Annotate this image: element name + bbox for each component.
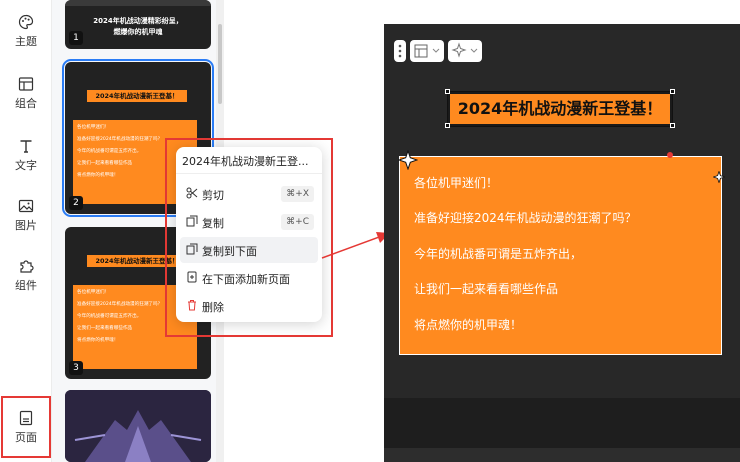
rail-item-label: 图片 bbox=[15, 219, 37, 232]
thumbnail-text: 将点燃你的机甲魂！ bbox=[77, 173, 119, 178]
thumbnails-scroll-thumb[interactable] bbox=[218, 24, 222, 104]
rail-item-component[interactable]: 组件 bbox=[0, 258, 52, 314]
layout-icon bbox=[18, 77, 34, 91]
resize-handle[interactable] bbox=[670, 89, 675, 94]
rail-item-label: 组合 bbox=[15, 97, 37, 110]
shortcut-badge: ⌘+C bbox=[281, 214, 314, 230]
rail-item-label: 组件 bbox=[15, 279, 37, 292]
vertical-dots-icon bbox=[398, 44, 402, 58]
left-nav-rail: 主题 组合 文字 图片 组件 页面 bbox=[0, 0, 52, 462]
thumbnail-text: 将点燃你的机甲魂！ bbox=[77, 338, 119, 343]
slide-content-card[interactable]: 各位机甲迷们！ 准备好迎接2024年机战动漫的狂潮了吗？ 今年的机战番可谓是五炸… bbox=[399, 156, 722, 355]
headline-text: 2024年机战动漫新王登基！ bbox=[457, 99, 663, 118]
thumbnail-text: 各位机甲迷们！ bbox=[77, 125, 110, 130]
pin-decoration-icon bbox=[667, 152, 673, 158]
thumbnail-text: 准备好迎接2024年机战动漫的狂潮了吗？ bbox=[77, 302, 163, 307]
page-thumbnail-1[interactable]: 2024年机战动漫精彩纷呈， 燃爆你的机甲魂 1 bbox=[65, 0, 211, 49]
text-icon bbox=[20, 140, 32, 153]
card-text-line: 将点燃你的机甲魂！ bbox=[414, 318, 523, 332]
menu-item-label: 复制 bbox=[202, 217, 224, 230]
ai-magic-dropdown-button[interactable] bbox=[448, 40, 482, 62]
menu-item-label: 复制到下面 bbox=[202, 245, 257, 258]
context-menu-title: 2024年机战动漫新王登... bbox=[182, 155, 309, 168]
palette-icon bbox=[18, 14, 34, 30]
menu-divider bbox=[176, 173, 322, 174]
page-number-badge: 3 bbox=[69, 361, 83, 375]
thumbnail-title: 2024年机战动漫精彩纷呈， bbox=[93, 17, 183, 25]
pages-highlight-box bbox=[1, 396, 51, 458]
menu-item-cut[interactable]: 剪切 ⌘+X bbox=[180, 181, 318, 207]
trash-icon bbox=[188, 300, 196, 311]
menu-item-label: 在下面添加新页面 bbox=[202, 273, 290, 286]
menu-item-duplicate-below[interactable]: 复制到下面 bbox=[180, 237, 318, 263]
resize-handle[interactable] bbox=[445, 89, 450, 94]
thumbnail-text: 各位机甲迷们！ bbox=[77, 290, 110, 295]
page-number-badge: 1 bbox=[69, 31, 83, 45]
rail-item-label: 主题 bbox=[15, 35, 37, 48]
more-options-button[interactable] bbox=[394, 40, 406, 62]
thumbnail-text: 让我们一起来看看哪些作品 bbox=[77, 161, 133, 166]
layout-icon bbox=[414, 44, 440, 58]
copy-icon bbox=[186, 215, 198, 227]
card-text-line: 各位机甲迷们！ bbox=[414, 176, 499, 190]
thumbnail-text: 今年的机战番可谓是五炸齐出， bbox=[77, 314, 142, 319]
pointer-arrow-icon bbox=[321, 232, 390, 259]
sparkle-decoration-icon bbox=[398, 150, 418, 170]
rail-item-text[interactable]: 文字 bbox=[0, 138, 52, 194]
resize-handle[interactable] bbox=[445, 123, 450, 128]
layout-dropdown-button[interactable] bbox=[410, 40, 444, 62]
duplicate-icon bbox=[186, 243, 198, 255]
rail-item-image[interactable]: 图片 bbox=[0, 198, 52, 254]
thumbnail-text: 准备好迎接2024年机战动漫的狂潮了吗？ bbox=[77, 137, 163, 142]
sparkle-decoration-icon bbox=[713, 171, 725, 183]
sparkle-icon bbox=[451, 42, 478, 58]
menu-item-label: 剪切 bbox=[202, 189, 224, 202]
mecha-image-icon bbox=[65, 390, 211, 462]
editor-window: 主题 组合 文字 图片 组件 页面 2024年机战动漫精彩纷呈， 燃爆你的机甲魂 bbox=[0, 0, 740, 462]
card-text-line: 让我们一起来看看哪些作品 bbox=[414, 282, 559, 296]
menu-item-add-page-below[interactable]: 在下面添加新页面 bbox=[180, 265, 318, 291]
next-slide-page[interactable] bbox=[384, 448, 740, 462]
rail-item-combo[interactable]: 组合 bbox=[0, 76, 52, 132]
resize-handle[interactable] bbox=[670, 123, 675, 128]
image-icon bbox=[18, 199, 34, 213]
thumbnail-title: 燃爆你的机甲魂 bbox=[113, 28, 163, 36]
page-number-badge: 2 bbox=[69, 196, 83, 210]
menu-item-copy[interactable]: 复制 ⌘+C bbox=[180, 209, 318, 235]
rail-item-label: 文字 bbox=[15, 159, 37, 172]
thumbnail-banner: 2024年机战动漫新王登基！ bbox=[87, 90, 187, 102]
add-page-icon bbox=[187, 271, 197, 283]
menu-item-delete[interactable]: 删除 bbox=[180, 293, 318, 319]
menu-item-label: 删除 bbox=[202, 301, 224, 314]
card-text-line: 今年的机战番可谓是五炸齐出， bbox=[414, 247, 583, 261]
slide-headline[interactable]: 2024年机战动漫新王登基！ bbox=[447, 91, 673, 127]
rail-item-theme[interactable]: 主题 bbox=[0, 14, 52, 70]
shortcut-badge: ⌘+X bbox=[281, 186, 314, 202]
puzzle-icon bbox=[20, 260, 34, 273]
thumbnail-text: 让我们一起来看看哪些作品 bbox=[77, 326, 133, 331]
scissors-icon bbox=[186, 187, 198, 199]
thumbnail-text: 今年的机战番可谓是五炸齐出， bbox=[77, 149, 142, 154]
context-menu: 2024年机战动漫新王登... 剪切 ⌘+X 复制 ⌘+C 复制到下面 在下面添… bbox=[176, 147, 322, 322]
page-thumbnail-4[interactable] bbox=[65, 390, 211, 462]
card-text-line: 准备好迎接2024年机战动漫的狂潮了吗？ bbox=[414, 211, 637, 225]
